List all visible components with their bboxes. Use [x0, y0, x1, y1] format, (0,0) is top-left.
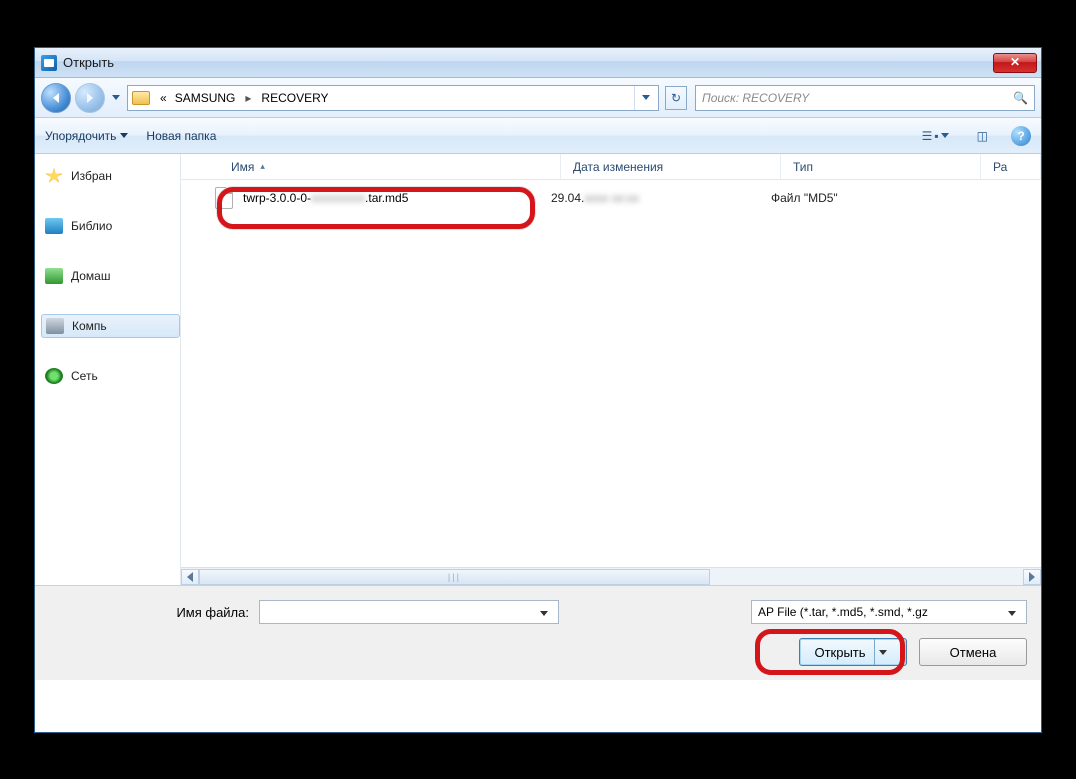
col-type[interactable]: Тип	[781, 154, 981, 179]
navpane-homegroup[interactable]: Домаш	[45, 264, 180, 288]
nav-row: « SAMSUNG ▸ RECOVERY ↻ Поиск: RECOVERY 🔍	[35, 78, 1041, 118]
forward-button[interactable]	[75, 83, 105, 113]
arrow-right-icon	[87, 93, 93, 103]
file-name-cell: twrp-3.0.0-0-xxxxxxxxx.tar.md5	[191, 187, 551, 209]
file-date-cell: 29.04.xxxx xx:xx	[551, 191, 771, 205]
list-view-icon: ☰	[922, 129, 933, 143]
app-icon	[41, 55, 57, 71]
filename-row: Имя файла: AP File (*.tar, *.md5, *.smd,…	[49, 600, 1027, 624]
preview-pane-icon: ◫	[977, 129, 988, 143]
refresh-button[interactable]: ↻	[665, 86, 687, 110]
chevron-down-icon	[941, 133, 949, 138]
window-title: Открыть	[63, 55, 993, 70]
col-date[interactable]: Дата изменения	[561, 154, 781, 179]
navpane-favorites[interactable]: Избран	[45, 164, 180, 188]
breadcrumb-recovery[interactable]: RECOVERY	[257, 91, 332, 105]
filename-dropdown[interactable]	[536, 605, 552, 619]
col-size[interactable]: Ра	[981, 154, 1041, 179]
star-icon	[45, 168, 63, 184]
filename-input[interactable]	[259, 600, 559, 624]
scroll-track[interactable]: |||	[199, 569, 1023, 585]
homegroup-icon	[45, 268, 63, 284]
help-button[interactable]: ?	[1011, 126, 1031, 146]
breadcrumb-prefix: «	[156, 91, 171, 105]
filter-dropdown-icon	[1004, 605, 1020, 619]
breadcrumb-samsung[interactable]: SAMSUNG	[171, 91, 240, 105]
preview-pane-button[interactable]: ◫	[972, 126, 993, 146]
back-button[interactable]	[41, 83, 71, 113]
file-list: Имя ▴ Дата изменения Тип Ра twrp-3.0.0-0…	[181, 154, 1041, 585]
open-button[interactable]: Открыть	[799, 638, 907, 666]
address-bar[interactable]: « SAMSUNG ▸ RECOVERY	[127, 85, 659, 111]
libraries-icon	[45, 218, 63, 234]
titlebar: Открыть ✕	[35, 48, 1041, 78]
toolbar: Упорядочить Новая папка ☰ ▪ ◫ ?	[35, 118, 1041, 154]
close-button[interactable]: ✕	[993, 53, 1037, 73]
navpane-libraries[interactable]: Библио	[45, 214, 180, 238]
open-split-dropdown[interactable]	[874, 639, 892, 665]
button-row: Открыть Отмена	[49, 638, 1027, 666]
search-input[interactable]: Поиск: RECOVERY 🔍	[695, 85, 1035, 111]
filename-label: Имя файла:	[49, 605, 249, 620]
file-row[interactable]: twrp-3.0.0-0-xxxxxxxxx.tar.md5 29.04.xxx…	[181, 180, 1041, 216]
chevron-down-icon	[120, 133, 128, 138]
search-icon: 🔍	[1013, 91, 1028, 105]
body: Избран Библио Домаш Компь Сеть И	[35, 154, 1041, 586]
folder-icon	[132, 91, 150, 105]
arrow-left-icon	[53, 93, 59, 103]
file-icon	[215, 187, 233, 209]
sort-indicator-icon: ▴	[260, 161, 265, 172]
open-file-dialog: Открыть ✕ « SAMSUNG ▸ RECOVERY ↻ Поиск: …	[34, 47, 1042, 733]
scroll-right-button[interactable]	[1023, 569, 1041, 585]
nav-pane: Избран Библио Домаш Компь Сеть	[35, 154, 181, 585]
view-mode-button[interactable]: ☰ ▪	[917, 126, 954, 146]
cancel-button[interactable]: Отмена	[919, 638, 1027, 666]
file-type-cell: Файл "MD5"	[771, 191, 971, 205]
horizontal-scrollbar[interactable]: |||	[181, 567, 1041, 585]
search-placeholder: Поиск: RECOVERY	[702, 91, 809, 105]
navpane-network[interactable]: Сеть	[45, 364, 180, 388]
network-icon	[45, 368, 63, 384]
navpane-computer[interactable]: Компь	[41, 314, 180, 338]
computer-icon	[46, 318, 64, 334]
new-folder-button[interactable]: Новая папка	[146, 129, 216, 143]
address-dropdown[interactable]	[634, 86, 656, 110]
scroll-thumb[interactable]: |||	[199, 569, 710, 585]
nav-history-dropdown[interactable]	[109, 84, 123, 112]
breadcrumb-sep: ▸	[239, 91, 257, 105]
filetype-filter[interactable]: AP File (*.tar, *.md5, *.smd, *.gz	[751, 600, 1027, 624]
scroll-left-button[interactable]	[181, 569, 199, 585]
col-name[interactable]: Имя ▴	[181, 154, 561, 179]
column-headers: Имя ▴ Дата изменения Тип Ра	[181, 154, 1041, 180]
bottom-panel: Имя файла: AP File (*.tar, *.md5, *.smd,…	[35, 586, 1041, 680]
organize-button[interactable]: Упорядочить	[45, 129, 128, 143]
